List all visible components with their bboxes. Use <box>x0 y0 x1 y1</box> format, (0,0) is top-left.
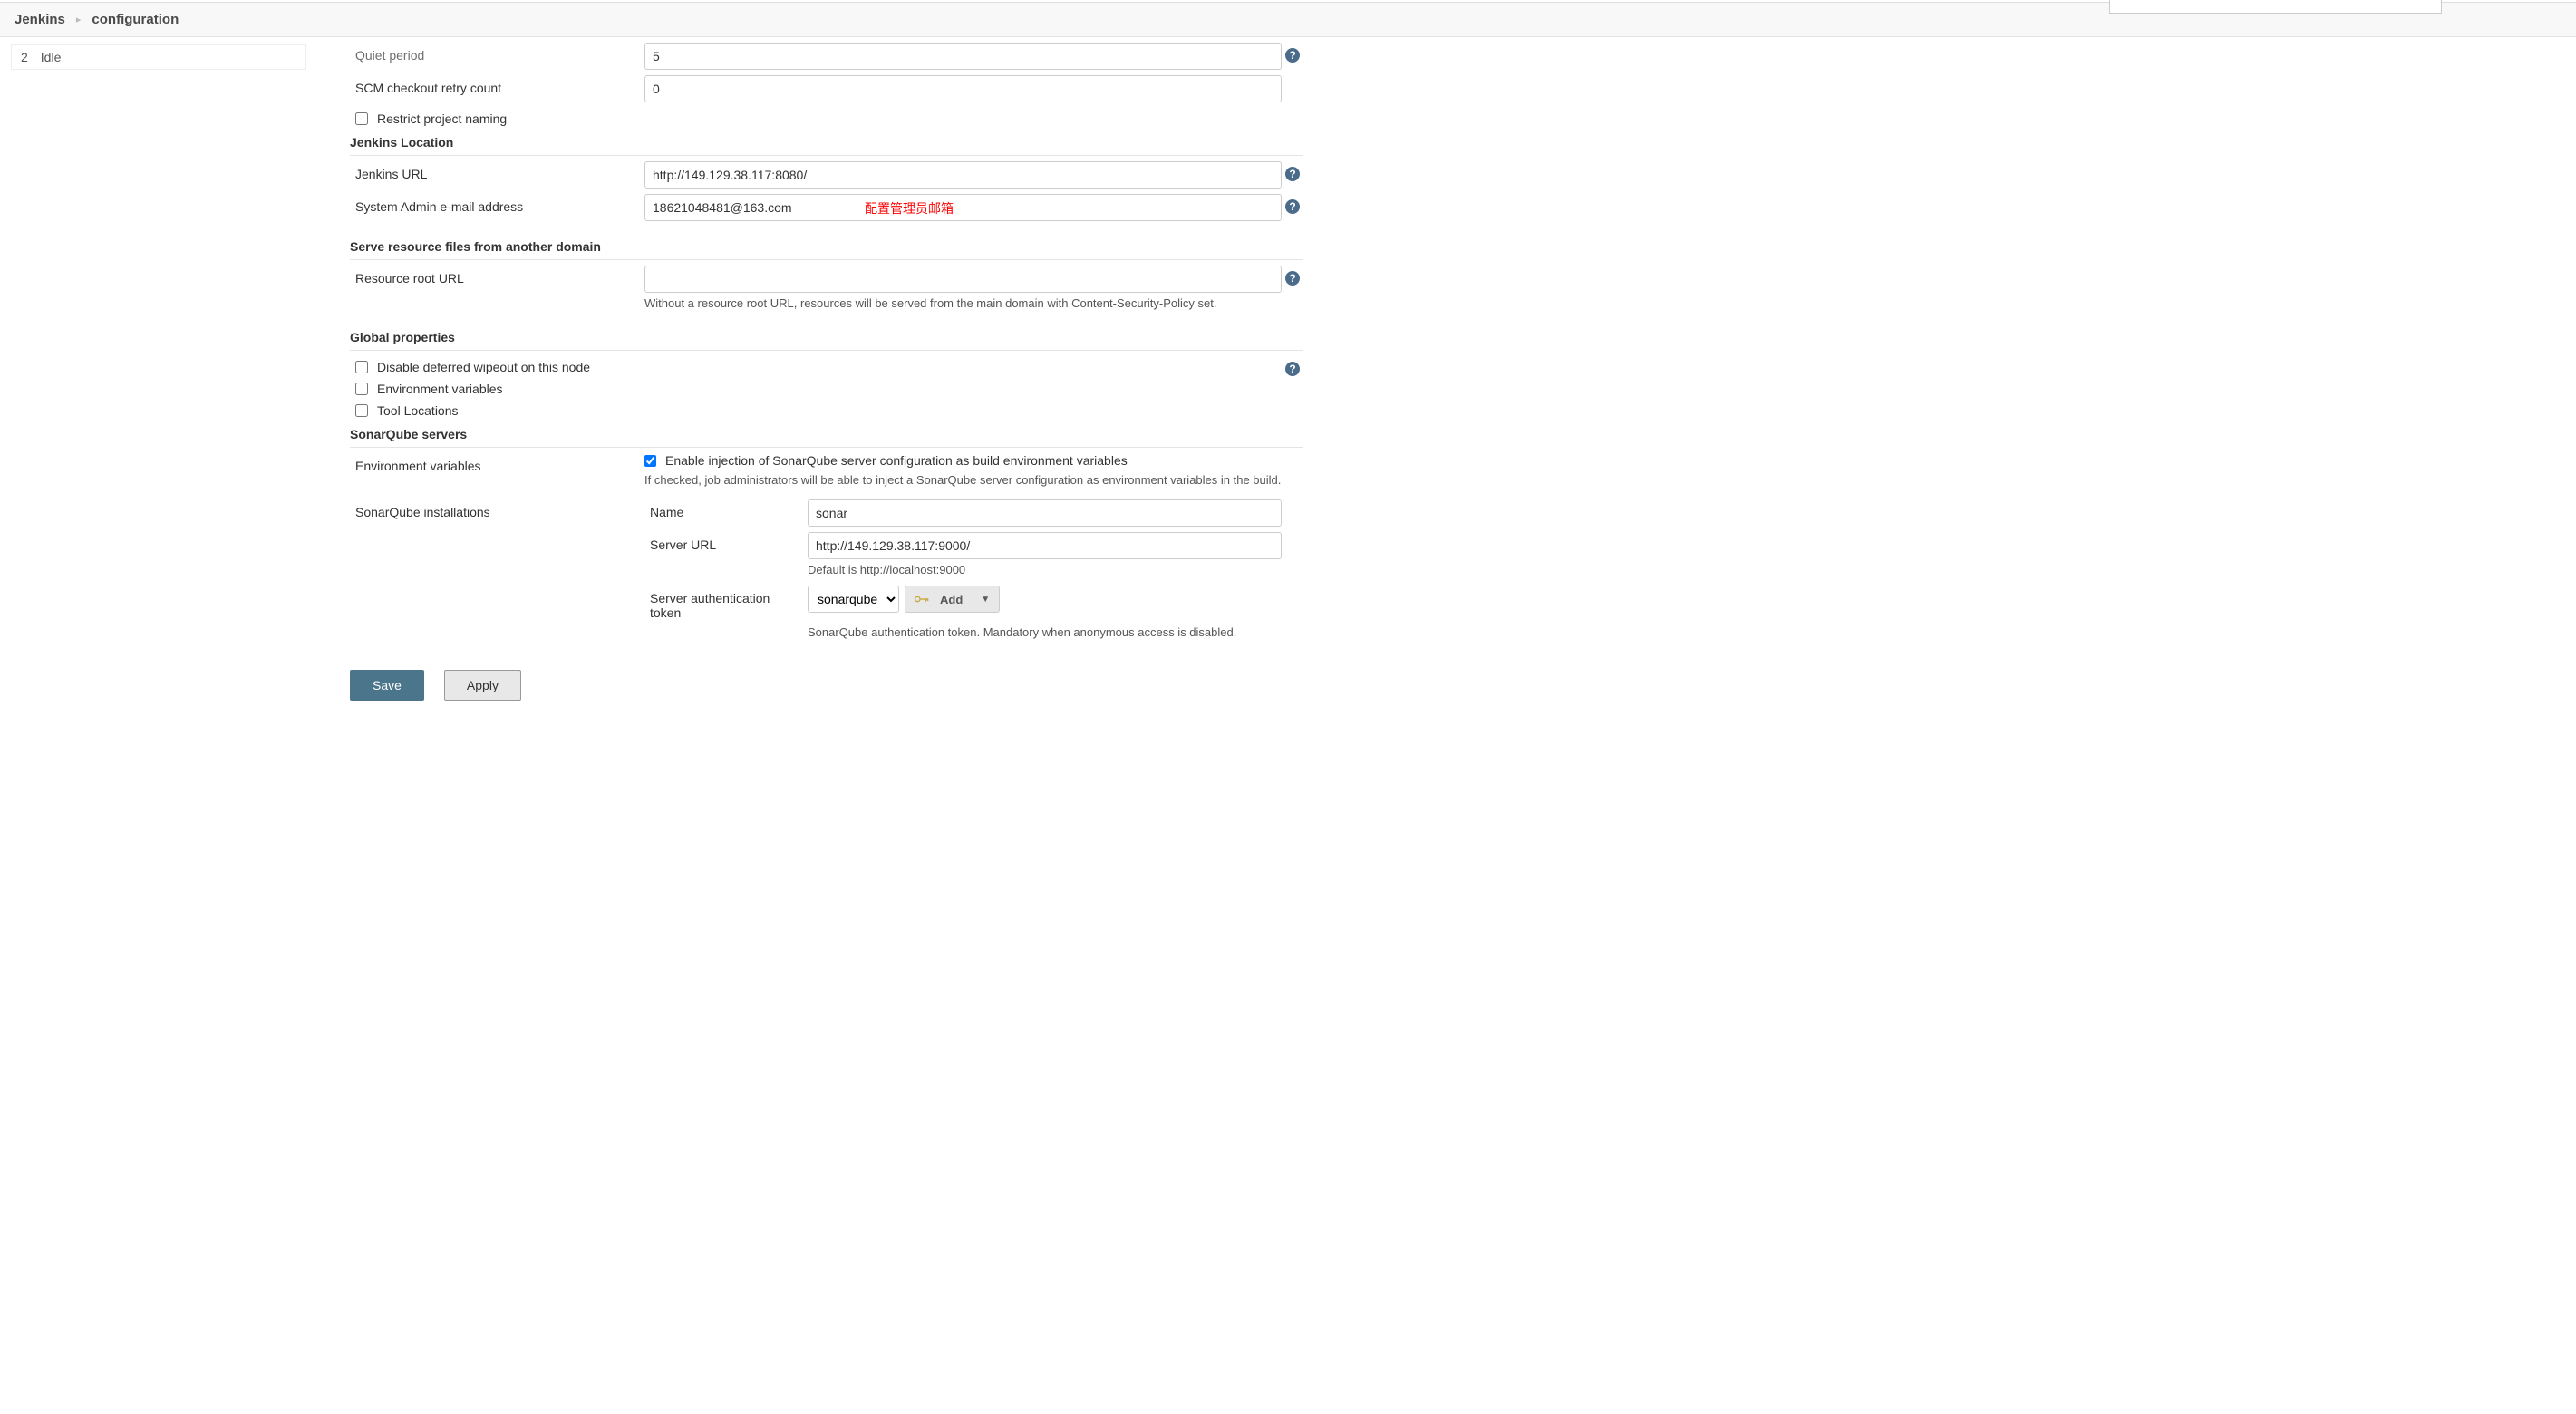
label-quiet-period: Quiet period <box>350 43 644 68</box>
row-disable-deferred-wipeout: Disable deferred wipeout on this node <box>350 356 1282 378</box>
footer-buttons: Save Apply <box>350 670 1303 701</box>
label-disable-deferred-wipeout: Disable deferred wipeout on this node <box>377 360 590 374</box>
annotation-admin-email: 配置管理员邮箱 <box>865 199 954 218</box>
input-resource-root[interactable] <box>644 266 1282 293</box>
select-sonar-auth-token[interactable]: sonarqube <box>808 586 899 613</box>
row-scm-retry: SCM checkout retry count <box>350 75 1303 102</box>
row-quiet-period: Quiet period ? <box>350 43 1303 70</box>
label-sonar-env-vars: Environment variables <box>350 453 644 479</box>
checkbox-disable-deferred-wipeout[interactable] <box>355 361 368 373</box>
section-global-props: Global properties <box>350 324 1303 351</box>
label-sonar-server-url: Server URL <box>644 532 808 557</box>
help-icon[interactable]: ? <box>1285 167 1300 181</box>
row-admin-email: System Admin e-mail address 配置管理员邮箱 ? <box>350 194 1303 221</box>
label-env-vars-checkbox: Environment variables <box>377 382 503 396</box>
desc-sonar-env-inject: If checked, job administrators will be a… <box>644 468 1282 494</box>
row-sonar-env-vars: Environment variables Enable injection o… <box>350 453 1303 494</box>
label-sonar-env-inject: Enable injection of SonarQube server con… <box>665 453 1128 468</box>
help-icon[interactable]: ? <box>1285 362 1300 376</box>
help-icon[interactable]: ? <box>1285 48 1300 63</box>
label-restrict-naming: Restrict project naming <box>377 111 507 126</box>
sidebar: 2 Idle <box>0 37 317 719</box>
section-resource-domain: Serve resource files from another domain <box>350 234 1303 260</box>
row-sonar-installations: SonarQube installations Name Server URL … <box>350 499 1303 646</box>
label-resource-root: Resource root URL <box>350 266 644 291</box>
row-tool-locations: Tool Locations <box>350 400 1282 421</box>
checkbox-env-vars[interactable] <box>355 383 368 395</box>
chevron-right-icon: ▸ <box>76 14 82 25</box>
checkbox-sonar-env-inject[interactable] <box>644 455 656 467</box>
checkbox-tool-locations[interactable] <box>355 404 368 417</box>
input-scm-retry[interactable] <box>644 75 1282 102</box>
label-jenkins-url: Jenkins URL <box>350 161 644 187</box>
help-icon[interactable]: ? <box>1285 199 1300 214</box>
floating-notification-box <box>2109 0 2442 14</box>
label-sonar-name: Name <box>644 499 808 525</box>
row-env-vars: Environment variables <box>350 378 1282 400</box>
breadcrumb-root[interactable]: Jenkins <box>15 12 65 27</box>
save-button[interactable]: Save <box>350 670 424 701</box>
label-sonar-installations: SonarQube installations <box>350 499 644 525</box>
input-admin-email[interactable] <box>644 194 1282 221</box>
desc-sonar-server-url: Default is http://localhost:9000 <box>808 559 1282 584</box>
add-credentials-button[interactable]: Add ▼ <box>905 586 1000 613</box>
checkbox-restrict-naming[interactable] <box>355 112 368 125</box>
executor-number: 2 <box>12 45 32 70</box>
apply-button[interactable]: Apply <box>444 670 521 701</box>
input-sonar-name[interactable] <box>808 499 1282 527</box>
desc-sonar-auth-token: SonarQube authentication token. Mandator… <box>808 613 1282 646</box>
breadcrumb-page[interactable]: configuration <box>92 12 179 27</box>
add-button-label: Add <box>940 593 963 606</box>
input-jenkins-url[interactable] <box>644 161 1282 189</box>
label-scm-retry: SCM checkout retry count <box>350 75 644 101</box>
label-tool-locations: Tool Locations <box>377 403 459 418</box>
row-resource-root: Resource root URL Without a resource roo… <box>350 266 1303 317</box>
executor-status-table: 2 Idle <box>11 44 306 70</box>
section-sonarqube: SonarQube servers <box>350 421 1303 448</box>
caret-down-icon: ▼ <box>981 595 990 605</box>
input-sonar-server-url[interactable] <box>808 532 1282 559</box>
input-quiet-period[interactable] <box>644 43 1282 70</box>
executor-status: Idle <box>32 45 306 70</box>
main-content: Quiet period ? SCM checkout retry count … <box>317 37 1322 719</box>
key-icon <box>915 595 929 604</box>
desc-resource-root: Without a resource root URL, resources w… <box>644 293 1282 317</box>
label-sonar-auth-token: Server authentication token <box>644 586 808 625</box>
label-admin-email: System Admin e-mail address <box>350 194 644 219</box>
section-jenkins-location: Jenkins Location <box>350 130 1303 156</box>
row-restrict-naming: Restrict project naming <box>350 108 1303 130</box>
help-icon[interactable]: ? <box>1285 271 1300 286</box>
executor-row[interactable]: 2 Idle <box>12 45 306 70</box>
row-jenkins-url: Jenkins URL ? <box>350 161 1303 189</box>
